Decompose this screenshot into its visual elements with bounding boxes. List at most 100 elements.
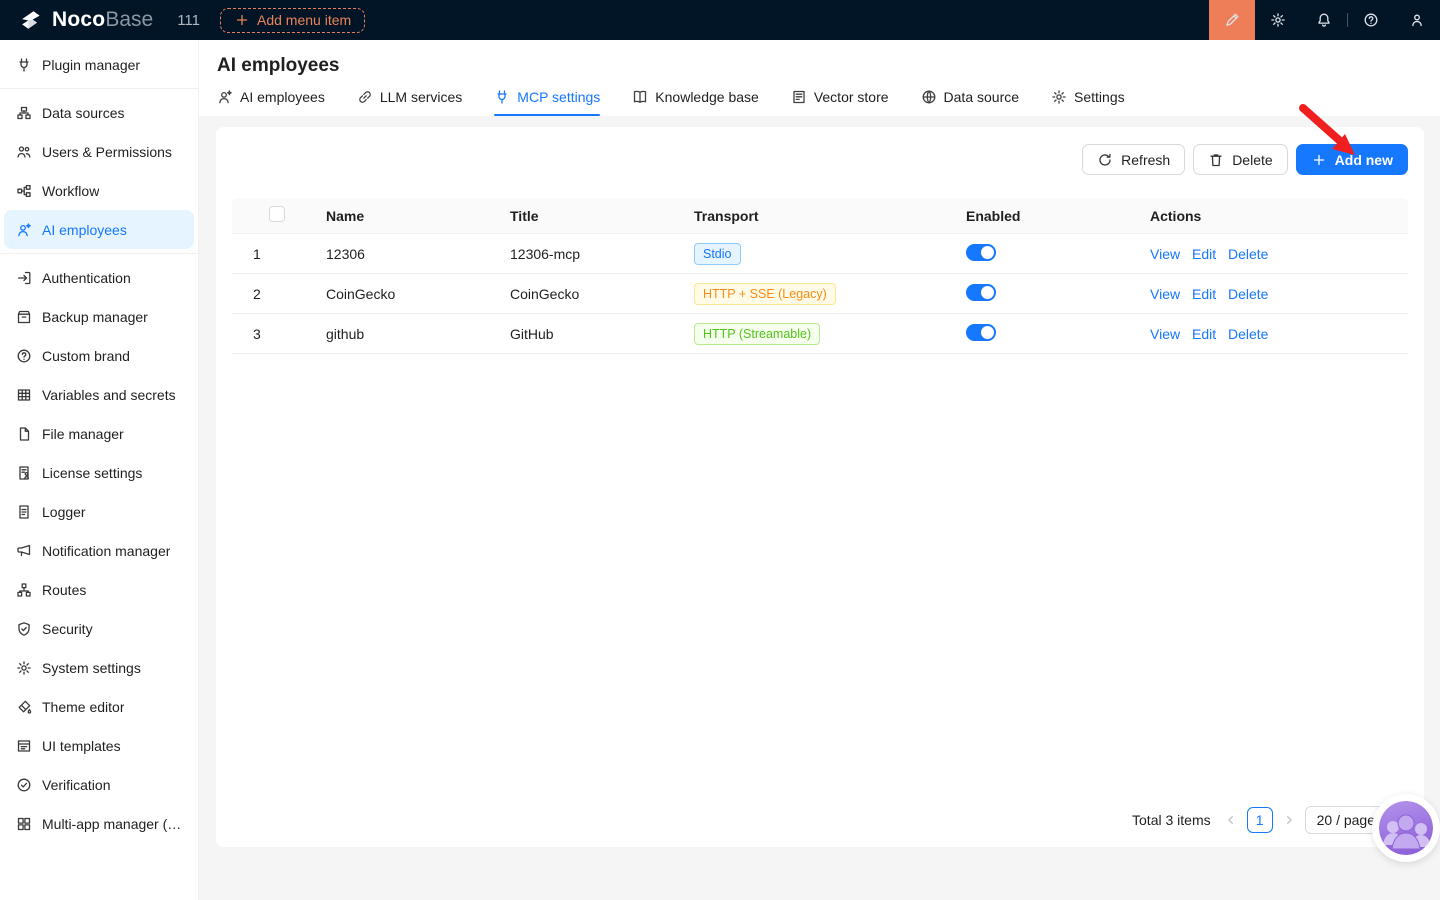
mcp-settings-card: Refresh Delete Add new Name Title Transp…: [216, 127, 1424, 847]
settings-button[interactable]: [1255, 0, 1301, 40]
edit-link[interactable]: Edit: [1192, 326, 1216, 342]
tab-llm-services[interactable]: LLM services: [357, 89, 462, 116]
sidebar-item-workflow[interactable]: Workflow: [4, 171, 194, 210]
row-actions: View Edit Delete: [1134, 286, 1408, 302]
sidebar-item-label: Backup manager: [42, 308, 148, 325]
person-sparkle-icon: [217, 89, 233, 105]
delete-link[interactable]: Delete: [1228, 286, 1268, 302]
refresh-button[interactable]: Refresh: [1082, 144, 1186, 175]
view-link[interactable]: View: [1150, 246, 1180, 262]
sidebar-item-ai-employees[interactable]: AI employees: [4, 210, 194, 249]
sidebar-item-variables-secrets[interactable]: Variables and secrets: [4, 375, 194, 414]
tab-mcp-settings[interactable]: MCP settings: [494, 89, 601, 116]
row-title: GitHub: [510, 325, 554, 342]
link-icon: [357, 89, 373, 105]
top-header: NocoBase 111 Add menu item: [0, 0, 1440, 40]
page-number-button[interactable]: 1: [1246, 807, 1273, 833]
delete-link[interactable]: Delete: [1228, 246, 1268, 262]
sidebar-item-users-permissions[interactable]: Users & Permissions: [4, 132, 194, 171]
transport-badge: Stdio: [694, 242, 741, 265]
tab-ai-employees[interactable]: AI employees: [217, 89, 325, 116]
row-name: CoinGecko: [326, 285, 396, 302]
sidebar-item-data-sources[interactable]: Data sources: [4, 93, 194, 132]
sidebar-item-label: Custom brand: [42, 347, 130, 364]
store-icon: [791, 89, 807, 105]
edit-link[interactable]: Edit: [1192, 246, 1216, 262]
data-sources-icon: [16, 105, 32, 121]
select-all-checkbox[interactable]: [269, 206, 285, 222]
shield-icon: [16, 621, 32, 637]
sidebar-item-theme-editor[interactable]: Theme editor: [4, 687, 194, 726]
sidebar-item-license-settings[interactable]: License settings: [4, 453, 194, 492]
ai-employees-avatar-button[interactable]: [1372, 794, 1440, 862]
sidebar-item-label: Authentication: [42, 269, 131, 286]
sidebar-item-multi-app-manager[interactable]: Multi-app manager (d…: [4, 804, 194, 843]
megaphone-icon: [16, 543, 32, 559]
plug-icon: [494, 89, 510, 105]
sidebar-item-custom-brand[interactable]: Custom brand: [4, 336, 194, 375]
sidebar-item-authentication[interactable]: Authentication: [4, 258, 194, 297]
file-icon: [16, 426, 32, 442]
sidebar-item-security[interactable]: Security: [4, 609, 194, 648]
delete-link[interactable]: Delete: [1228, 326, 1268, 342]
nocobase-logo[interactable]: NocoBase: [0, 8, 167, 32]
sidebar-item-label: Logger: [42, 503, 86, 520]
settings-sidebar: Plugin manager Data sources Users & Perm…: [0, 40, 199, 900]
prev-page-button[interactable]: [1223, 812, 1239, 828]
delete-label: Delete: [1232, 151, 1273, 168]
column-header-name: Name: [326, 207, 365, 224]
view-link[interactable]: View: [1150, 286, 1180, 302]
sidebar-item-logger[interactable]: Logger: [4, 492, 194, 531]
sidebar-item-routes[interactable]: Routes: [4, 570, 194, 609]
ai-highlighter-button[interactable]: [1209, 0, 1255, 40]
row-index: 3: [253, 325, 261, 342]
license-icon: [16, 465, 32, 481]
brand-base: Base: [105, 8, 154, 31]
sidebar-divider: [0, 88, 198, 89]
tab-vector-store[interactable]: Vector store: [791, 89, 889, 116]
edit-link[interactable]: Edit: [1192, 286, 1216, 302]
sidebar-item-backup-manager[interactable]: Backup manager: [4, 297, 194, 336]
workflow-icon: [16, 183, 32, 199]
row-actions: View Edit Delete: [1134, 326, 1408, 342]
tab-knowledge-base[interactable]: Knowledge base: [632, 89, 759, 116]
page-header: AI employees AI employees LLM services M…: [199, 40, 1440, 116]
sidebar-item-label: Theme editor: [42, 698, 125, 715]
sidebar-item-label: License settings: [42, 464, 143, 481]
sidebar-item-label: Multi-app manager (d…: [42, 815, 182, 832]
notifications-button[interactable]: [1301, 0, 1347, 40]
tab-label: LLM services: [379, 89, 463, 105]
plus-icon: [234, 12, 250, 28]
sidebar-item-plugin-manager[interactable]: Plugin manager: [4, 45, 194, 84]
globe-icon: [921, 89, 937, 105]
brand-noco: Noco: [52, 8, 106, 31]
tab-data-source[interactable]: Data source: [921, 89, 1019, 116]
sidebar-item-ui-templates[interactable]: UI templates: [4, 726, 194, 765]
tab-label: Data source: [943, 89, 1020, 105]
add-new-button[interactable]: Add new: [1295, 144, 1408, 175]
table-row: 3 github GitHub HTTP (Streamable) View E…: [232, 314, 1408, 354]
add-menu-item-label: Add menu item: [257, 11, 352, 28]
add-menu-item-button[interactable]: Add menu item: [220, 7, 366, 33]
next-page-button[interactable]: [1281, 812, 1297, 828]
sidebar-item-label: Users & Permissions: [42, 143, 172, 160]
delete-button[interactable]: Delete: [1193, 144, 1288, 175]
table-toolbar: Refresh Delete Add new: [216, 127, 1424, 175]
enabled-toggle[interactable]: [966, 243, 996, 261]
view-link[interactable]: View: [1150, 326, 1180, 342]
sidebar-item-notification-manager[interactable]: Notification manager: [4, 531, 194, 570]
help-button[interactable]: [1348, 0, 1394, 40]
sidebar-item-label: Workflow: [42, 182, 100, 199]
sidebar-item-file-manager[interactable]: File manager: [4, 414, 194, 453]
profile-button[interactable]: [1394, 0, 1440, 40]
users-icon: [16, 144, 32, 160]
sidebar-item-system-settings[interactable]: System settings: [4, 648, 194, 687]
enabled-toggle[interactable]: [966, 283, 996, 301]
enabled-toggle[interactable]: [966, 323, 996, 341]
row-name: github: [326, 325, 365, 342]
tab-settings[interactable]: Settings: [1051, 89, 1125, 116]
page-title: AI employees: [217, 55, 340, 76]
profile-icon: [1409, 12, 1425, 28]
sidebar-item-verification[interactable]: Verification: [4, 765, 194, 804]
chevron-left-icon: [1223, 812, 1239, 828]
